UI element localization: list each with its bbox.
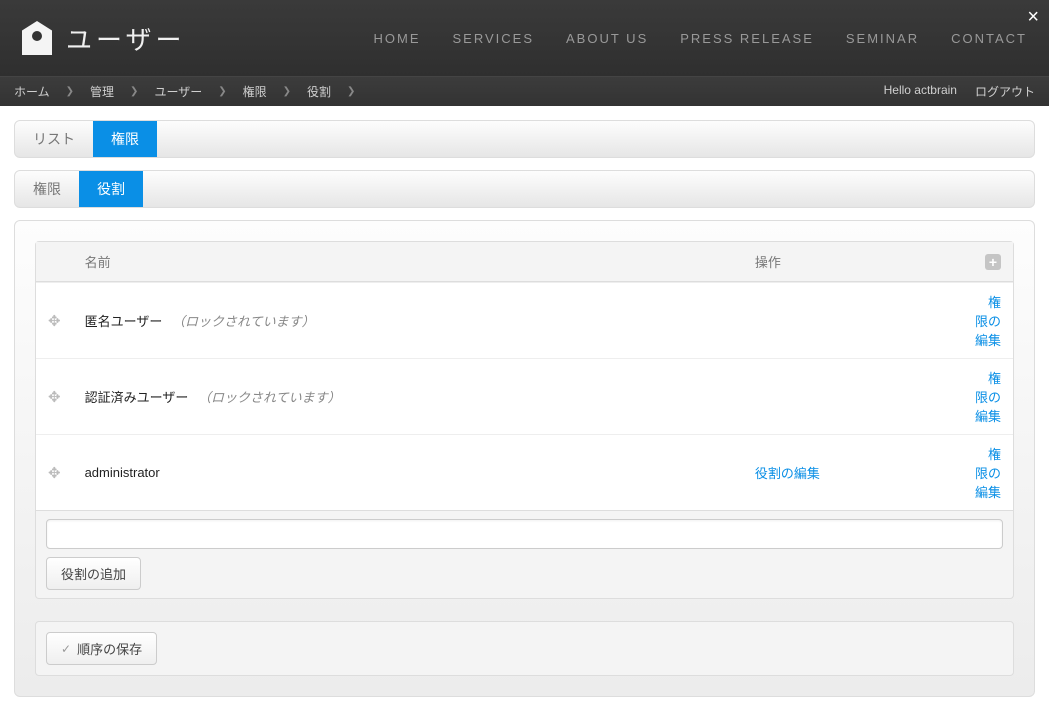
role-name: administrator — [85, 465, 160, 480]
edit-permission-link[interactable]: 権限の編集 — [975, 447, 1001, 500]
close-icon[interactable]: × — [1027, 6, 1039, 29]
top-bar: ユーザー HOME SERVICES ABOUT US PRESS RELEAS… — [0, 0, 1049, 76]
roles-panel: 名前 操作 + ✥ 匿名ユーザー （ロックされています） — [14, 220, 1035, 697]
crumb-admin[interactable]: 管理 — [90, 83, 114, 100]
nav-contact[interactable]: CONTACT — [951, 31, 1027, 46]
save-order-box: ✓ 順序の保存 — [35, 621, 1014, 676]
save-order-button-label: 順序の保存 — [77, 639, 142, 658]
crumb-user[interactable]: ユーザー — [154, 83, 202, 100]
chevron-right-icon: ❯ — [66, 86, 74, 97]
page-title: ユーザー — [66, 20, 185, 57]
role-name: 認証済みユーザー — [85, 390, 189, 405]
col-actions-label: 操作 — [755, 255, 781, 270]
breadcrumb: ホーム ❯ 管理 ❯ ユーザー ❯ 権限 ❯ 役割 ❯ — [14, 83, 355, 100]
col-name: 名前 — [73, 242, 743, 282]
greeting-link[interactable]: Hello actbrain — [884, 83, 957, 100]
roles-table: 名前 操作 + ✥ 匿名ユーザー （ロックされています） — [35, 241, 1014, 511]
tabs-secondary: 権限 役割 — [14, 170, 1035, 208]
add-role-button[interactable]: 役割の追加 — [46, 557, 141, 590]
check-icon: ✓ — [61, 642, 71, 656]
nav-seminar[interactable]: SEMINAR — [846, 31, 919, 46]
add-role-bar: 役割の追加 — [35, 511, 1014, 599]
locked-label: （ロックされています） — [198, 390, 341, 405]
content: リスト 権限 権限 役割 名前 操作 + — [0, 106, 1049, 711]
new-role-input[interactable] — [46, 519, 1003, 549]
chevron-right-icon: ❯ — [218, 86, 226, 97]
chevron-right-icon: ❯ — [130, 86, 138, 97]
sub-bar: ホーム ❯ 管理 ❯ ユーザー ❯ 権限 ❯ 役割 ❯ Hello actbra… — [0, 76, 1049, 106]
add-role-button-label: 役割の追加 — [61, 564, 126, 583]
chevron-right-icon: ❯ — [347, 86, 355, 97]
save-order-button[interactable]: ✓ 順序の保存 — [46, 632, 157, 665]
nav-services[interactable]: SERVICES — [453, 31, 535, 46]
user-links: Hello actbrain ログアウト — [884, 83, 1035, 100]
crumb-role[interactable]: 役割 — [307, 83, 331, 100]
tabs-primary: リスト 権限 — [14, 120, 1035, 158]
nav-home[interactable]: HOME — [374, 31, 421, 46]
edit-role-link[interactable]: 役割の編集 — [755, 466, 820, 481]
logo-icon — [22, 21, 52, 55]
tab-role[interactable]: 役割 — [79, 171, 143, 207]
role-name: 匿名ユーザー — [85, 314, 163, 329]
plus-icon[interactable]: + — [985, 254, 1001, 270]
drag-handle-icon[interactable]: ✥ — [36, 282, 73, 358]
table-row: ✥ 認証済みユーザー （ロックされています） 権限の編集 — [36, 358, 1013, 434]
crumb-perm[interactable]: 権限 — [243, 83, 267, 100]
tab-list[interactable]: リスト — [15, 121, 93, 157]
tab-permission-sub[interactable]: 権限 — [15, 171, 79, 207]
brand: ユーザー — [22, 20, 185, 57]
crumb-home[interactable]: ホーム — [14, 83, 50, 100]
tab-permission[interactable]: 権限 — [93, 121, 157, 157]
edit-permission-link[interactable]: 権限の編集 — [975, 295, 1001, 348]
drag-handle-icon[interactable]: ✥ — [36, 358, 73, 434]
nav-press[interactable]: PRESS RELEASE — [680, 31, 814, 46]
main-nav: HOME SERVICES ABOUT US PRESS RELEASE SEM… — [374, 31, 1028, 46]
table-row: ✥ administrator 役割の編集 権限の編集 — [36, 434, 1013, 510]
table-row: ✥ 匿名ユーザー （ロックされています） 権限の編集 — [36, 282, 1013, 358]
drag-handle-icon[interactable]: ✥ — [36, 434, 73, 510]
nav-about[interactable]: ABOUT US — [566, 31, 648, 46]
edit-permission-link[interactable]: 権限の編集 — [975, 371, 1001, 424]
logout-link[interactable]: ログアウト — [975, 83, 1035, 100]
chevron-right-icon: ❯ — [283, 86, 291, 97]
col-actions: 操作 — [743, 242, 956, 282]
locked-label: （ロックされています） — [172, 314, 315, 329]
